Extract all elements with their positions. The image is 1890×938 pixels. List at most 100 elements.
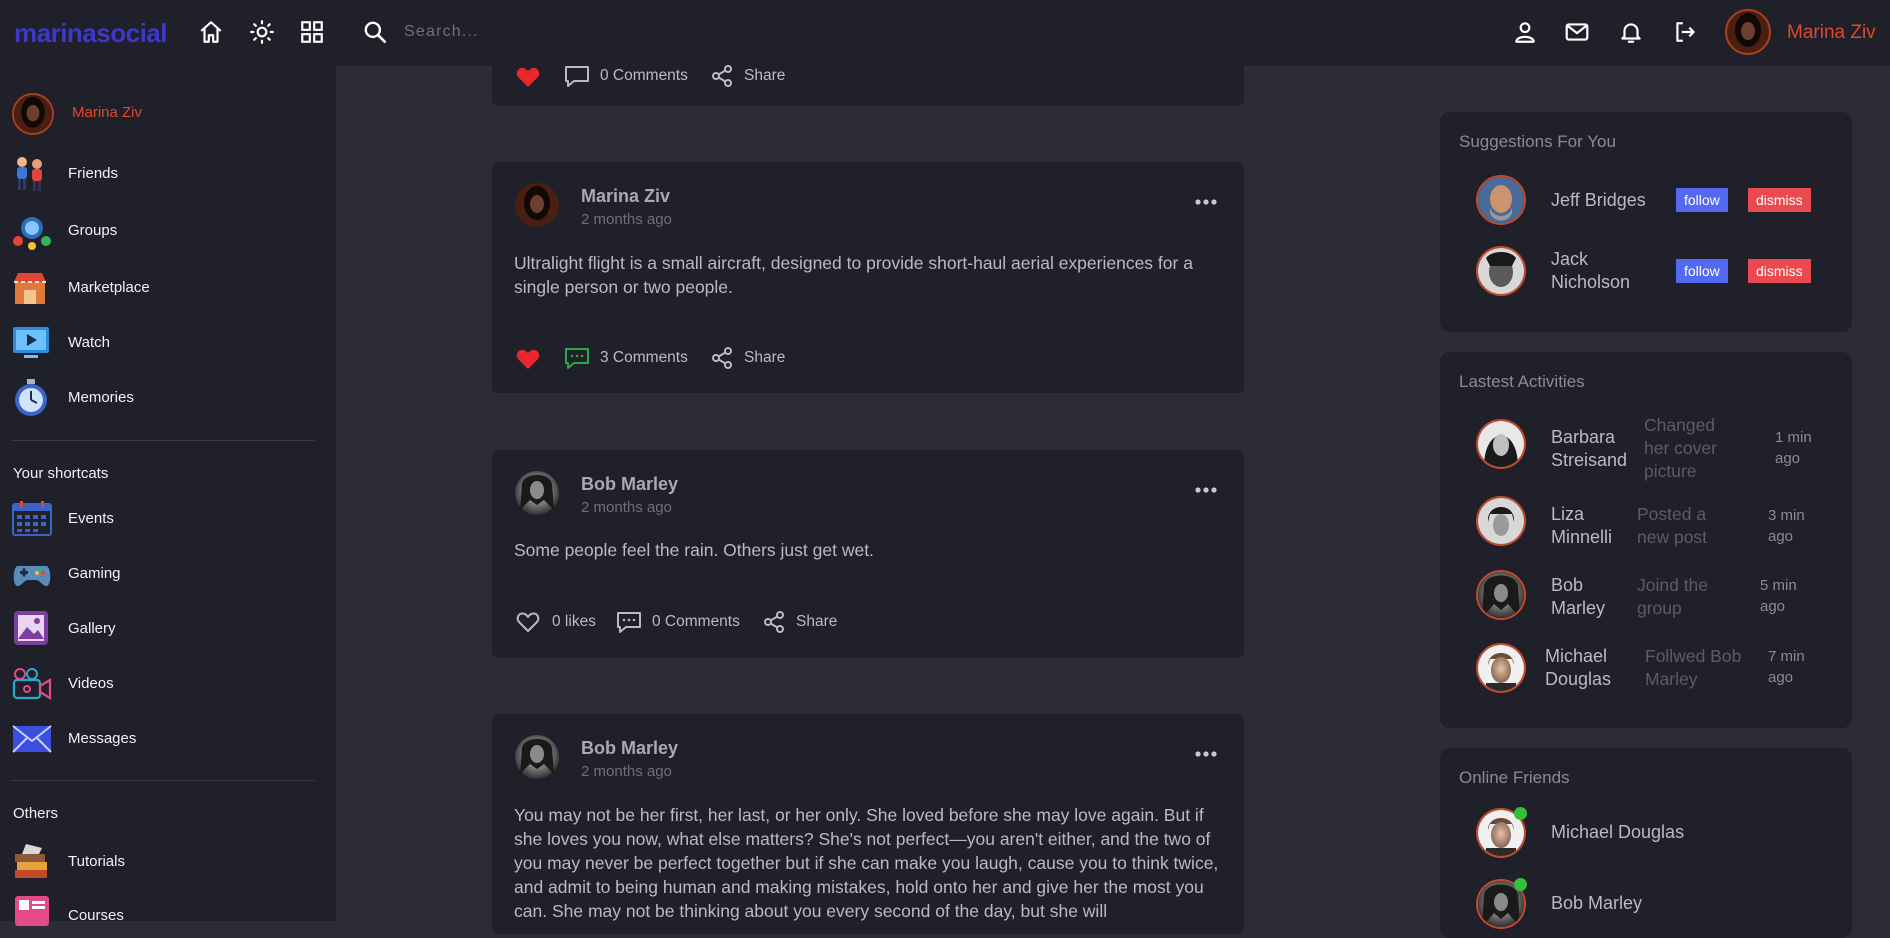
- suggestions-card: Suggestions For You Jeff Bridges follow …: [1440, 112, 1852, 332]
- activity-user[interactable]: Michael Douglas: [1545, 645, 1625, 691]
- comment-count: 0 Comments: [652, 613, 740, 630]
- dismiss-button[interactable]: dismiss: [1748, 259, 1811, 283]
- notifications-bell-icon[interactable]: [1618, 19, 1644, 45]
- home-icon[interactable]: [198, 19, 224, 45]
- post-card: Bob Marley 2 months ago Some people feel…: [492, 450, 1244, 658]
- events-icon: [12, 501, 52, 536]
- heart-filled-icon[interactable]: [516, 66, 540, 88]
- post-card: Bob Marley 2 months ago You may not be h…: [492, 714, 1244, 934]
- navbar-user-avatar[interactable]: [1725, 9, 1771, 60]
- avatar[interactable]: [1476, 570, 1526, 620]
- sidebar-item-label: Gallery: [68, 620, 116, 637]
- avatar[interactable]: [514, 734, 560, 780]
- activities-card: Lastest Activities Barbara Streisand Cha…: [1440, 352, 1852, 728]
- navbar-user-name[interactable]: Marina Ziv: [1787, 22, 1876, 44]
- post-time: 2 months ago: [581, 763, 672, 780]
- heart-filled-icon[interactable]: [516, 348, 540, 370]
- post-author[interactable]: Marina Ziv: [581, 186, 670, 207]
- sidebar-item-label: Tutorials: [68, 853, 125, 870]
- activity-action: Joind the group: [1637, 575, 1709, 618]
- follow-button[interactable]: follow: [1676, 259, 1728, 283]
- sidebar-item-watch[interactable]: Watch: [12, 323, 312, 363]
- more-options-icon[interactable]: [1194, 486, 1218, 494]
- avatar[interactable]: [1476, 496, 1526, 546]
- sidebar-item-marketplace[interactable]: Marketplace: [12, 268, 312, 308]
- activities-title: Lastest Activities: [1459, 372, 1585, 391]
- avatar[interactable]: [1476, 643, 1526, 693]
- post-author[interactable]: Bob Marley: [581, 738, 678, 759]
- shortcuts-heading: Your shortcats: [13, 465, 109, 482]
- like-count: 0 likes: [552, 613, 596, 630]
- post-text: You may not be her first, her last, or h…: [514, 805, 1219, 921]
- sidebar-item-groups[interactable]: Groups: [12, 211, 312, 251]
- comment-icon: [565, 66, 589, 87]
- comment-icon: [617, 612, 641, 633]
- post-card-partial: 0 Comments Share: [492, 40, 1244, 106]
- memories-icon: [15, 379, 47, 416]
- post-time: 2 months ago: [581, 499, 672, 516]
- avatar[interactable]: [1476, 419, 1526, 469]
- activity-time: 1 min ago: [1775, 429, 1812, 467]
- activity-time: 5 min ago: [1760, 577, 1797, 615]
- avatar: [12, 93, 54, 135]
- sidebar-item-memories[interactable]: Memories: [12, 378, 312, 418]
- online-status-indicator: [1514, 807, 1527, 820]
- app-logo[interactable]: marinasocial: [14, 18, 167, 49]
- left-sidebar: Marina Ziv Friends Groups Marketplace Wa…: [0, 66, 336, 926]
- activity-action: Posted a new post: [1637, 504, 1708, 547]
- share-icon: [712, 65, 732, 87]
- sidebar-item-courses[interactable]: Courses: [12, 896, 312, 936]
- activity-user[interactable]: Liza Minnelli: [1551, 503, 1631, 549]
- mail-icon[interactable]: [1564, 19, 1590, 45]
- sidebar-item-events[interactable]: Events: [12, 499, 312, 539]
- sidebar-item-gaming[interactable]: Gaming: [12, 554, 312, 594]
- follow-button[interactable]: follow: [1676, 188, 1728, 212]
- more-options-icon[interactable]: [1194, 750, 1218, 758]
- activity-action: Changed her cover picture: [1644, 415, 1717, 481]
- apps-grid-icon[interactable]: [299, 19, 325, 45]
- activity-user[interactable]: Bob Marley: [1551, 574, 1631, 620]
- post-text: Some people feel the rain. Others just g…: [514, 540, 874, 560]
- avatar[interactable]: [514, 182, 560, 228]
- activity-time: 3 min ago: [1768, 507, 1805, 545]
- heart-outline-icon: [516, 612, 540, 632]
- avatar[interactable]: [1476, 175, 1526, 225]
- more-options-icon[interactable]: [1194, 198, 1218, 206]
- messages-icon: [12, 725, 52, 753]
- sidebar-item-friends[interactable]: Friends: [12, 154, 312, 194]
- activity-user[interactable]: Barbara Streisand: [1551, 426, 1631, 472]
- sidebar-item-label: Memories: [68, 389, 134, 406]
- theme-toggle-sun-icon[interactable]: [249, 19, 275, 45]
- online-friends-title: Online Friends: [1459, 768, 1570, 787]
- share-label: Share: [744, 67, 786, 84]
- profile-icon[interactable]: [1512, 19, 1538, 45]
- sidebar-user-name: Marina Ziv: [72, 104, 143, 121]
- suggestion-name[interactable]: Jeff Bridges: [1551, 189, 1646, 212]
- avatar[interactable]: [1476, 246, 1526, 296]
- post-author[interactable]: Bob Marley: [581, 474, 678, 495]
- share-label: Share: [796, 613, 838, 630]
- logout-icon[interactable]: [1672, 19, 1698, 45]
- videos-icon: [12, 668, 52, 700]
- suggestion-name[interactable]: Jack Nicholson: [1551, 248, 1661, 294]
- comment-count: 0 Comments: [600, 67, 688, 84]
- activity-time: 7 min ago: [1768, 648, 1805, 686]
- gallery-icon: [14, 611, 48, 645]
- online-friend-name[interactable]: Bob Marley: [1551, 892, 1642, 915]
- comment-icon: [565, 348, 589, 369]
- tutorials-icon: [15, 844, 47, 878]
- sidebar-item-messages[interactable]: Messages: [12, 719, 312, 759]
- sidebar-item-gallery[interactable]: Gallery: [12, 609, 312, 649]
- sidebar-item-label: Marketplace: [68, 279, 150, 296]
- sidebar-item-videos[interactable]: Videos: [12, 664, 312, 704]
- friends-icon: [17, 157, 42, 191]
- sidebar-profile[interactable]: Marina Ziv: [12, 93, 312, 135]
- online-friends-card: Online Friends Michael Douglas Bob Marle…: [1440, 748, 1852, 938]
- dismiss-button[interactable]: dismiss: [1748, 188, 1811, 212]
- online-friend-name[interactable]: Michael Douglas: [1551, 821, 1684, 844]
- share-icon: [712, 347, 732, 369]
- avatar[interactable]: [514, 470, 560, 516]
- search-icon[interactable]: [362, 19, 388, 45]
- others-heading: Others: [13, 805, 59, 822]
- sidebar-item-tutorials[interactable]: Tutorials: [12, 842, 312, 882]
